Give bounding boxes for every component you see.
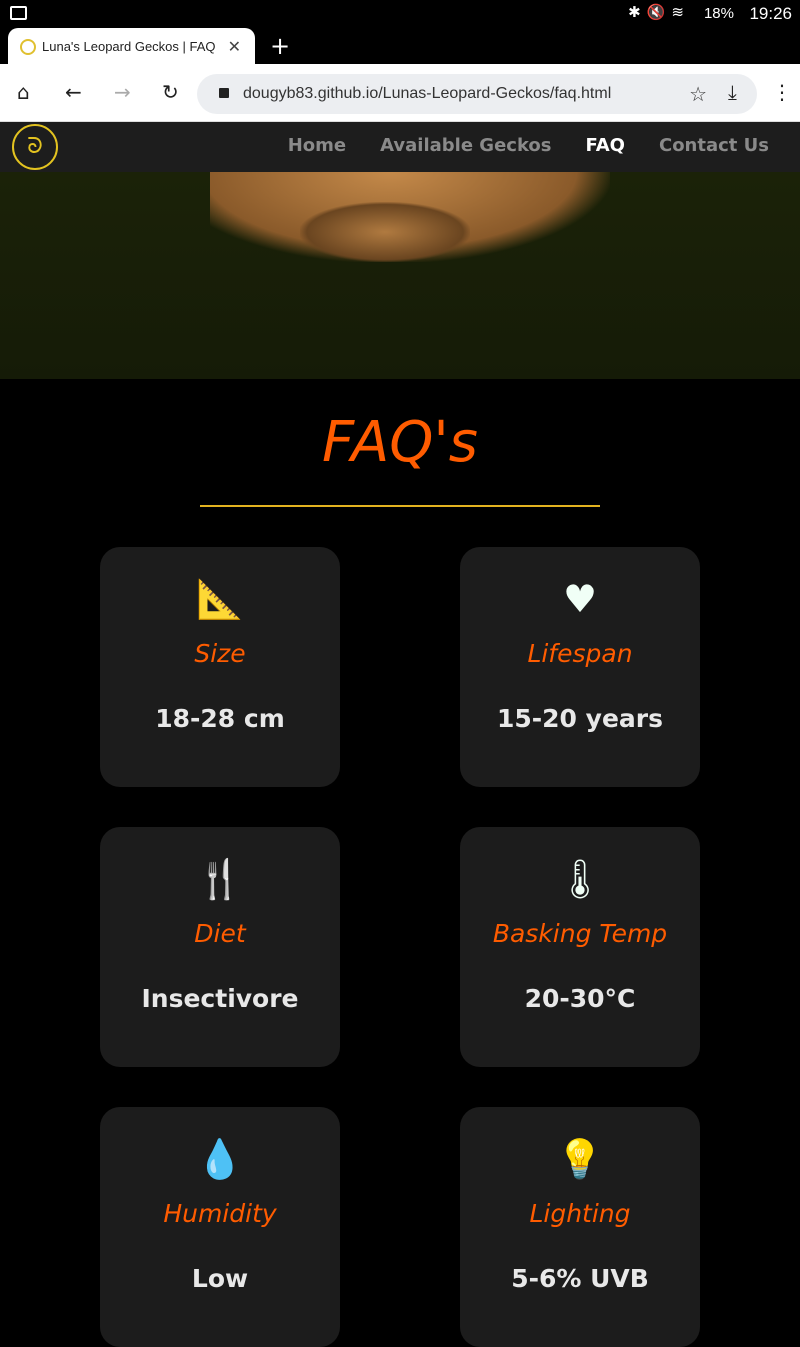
- address-bar[interactable]: dougyb83.github.io/Lunas-Leopard-Geckos/…: [197, 74, 757, 114]
- nav-available-geckos[interactable]: Available Geckos: [380, 135, 551, 156]
- hero-image: [0, 172, 800, 379]
- bookmark-star-icon[interactable]: ☆: [689, 82, 707, 107]
- home-icon[interactable]: ⌂: [17, 80, 30, 104]
- back-icon[interactable]: ←: [65, 80, 82, 104]
- page-title: FAQ's: [322, 410, 478, 475]
- heartbeat-icon: ♥: [562, 577, 598, 621]
- faq-card-lighting: 💡 Lighting 5-6% UVB: [460, 1107, 700, 1347]
- title-divider: [200, 505, 600, 507]
- lock-icon: [219, 88, 229, 98]
- system-icons: ✱🔇≋: [628, 4, 690, 21]
- card-value: 5-6% UVB: [511, 1264, 649, 1293]
- toolbar: ⌂ ← → ↻ dougyb83.github.io/Lunas-Leopard…: [0, 64, 800, 122]
- menu-icon[interactable]: ⋮: [772, 80, 792, 104]
- gecko-logo[interactable]: ᘐ: [12, 124, 58, 170]
- thermometer-icon: 🌡: [555, 857, 605, 901]
- nav-home[interactable]: Home: [288, 135, 346, 156]
- droplet-icon: 💧: [196, 1137, 244, 1181]
- card-value: 20-30°C: [524, 984, 636, 1013]
- card-title: Lighting: [529, 1199, 631, 1228]
- site-navbar: ᘐ Home Available Geckos FAQ Contact Us: [0, 122, 800, 172]
- gecko-foot: [300, 202, 470, 262]
- card-value: Low: [191, 1264, 249, 1293]
- faq-card-humidity: 💧 Humidity Low: [100, 1107, 340, 1347]
- card-title: Humidity: [163, 1199, 277, 1228]
- new-tab-button[interactable]: +: [270, 32, 290, 60]
- utensils-icon: 🍴: [196, 857, 244, 901]
- forward-icon[interactable]: →: [114, 80, 131, 104]
- download-icon[interactable]: ⤓: [728, 80, 737, 104]
- faq-card-basking-temp: 🌡 Basking Temp 20-30°C: [460, 827, 700, 1067]
- faq-card-size: 📐 Size 18-28 cm: [100, 547, 340, 787]
- card-value: 18-28 cm: [155, 704, 285, 733]
- card-title: Diet: [194, 919, 246, 948]
- card-title: Size: [194, 639, 246, 668]
- close-tab-icon[interactable]: ✕: [228, 37, 241, 57]
- card-title: Basking Temp: [492, 919, 668, 948]
- lightbulb-icon: 💡: [556, 1137, 604, 1181]
- reload-icon[interactable]: ↻: [162, 80, 179, 104]
- clock: 19:26: [749, 4, 792, 23]
- browser-tab[interactable]: Luna's Leopard Geckos | FAQ ✕: [8, 28, 255, 65]
- status-bar: ✱🔇≋ 18% 19:26: [0, 0, 800, 28]
- card-value: Insectivore: [141, 984, 299, 1013]
- gallery-icon: [10, 6, 27, 20]
- faq-card-diet: 🍴 Diet Insectivore: [100, 827, 340, 1067]
- favicon-icon: [20, 38, 36, 55]
- nav-contact-us[interactable]: Contact Us: [659, 135, 769, 156]
- battery-level: 18%: [703, 5, 734, 22]
- tab-strip: Luna's Leopard Geckos | FAQ ✕ +: [0, 28, 800, 65]
- url-text: dougyb83.github.io/Lunas-Leopard-Geckos/…: [243, 85, 612, 102]
- card-value: 15-20 years: [497, 704, 663, 733]
- nav-faq[interactable]: FAQ: [586, 135, 625, 156]
- tab-title: Luna's Leopard Geckos | FAQ: [42, 39, 216, 54]
- ruler-icon: 📐: [196, 577, 244, 621]
- faq-card-lifespan: ♥ Lifespan 15-20 years: [460, 547, 700, 787]
- card-title: Lifespan: [527, 639, 633, 668]
